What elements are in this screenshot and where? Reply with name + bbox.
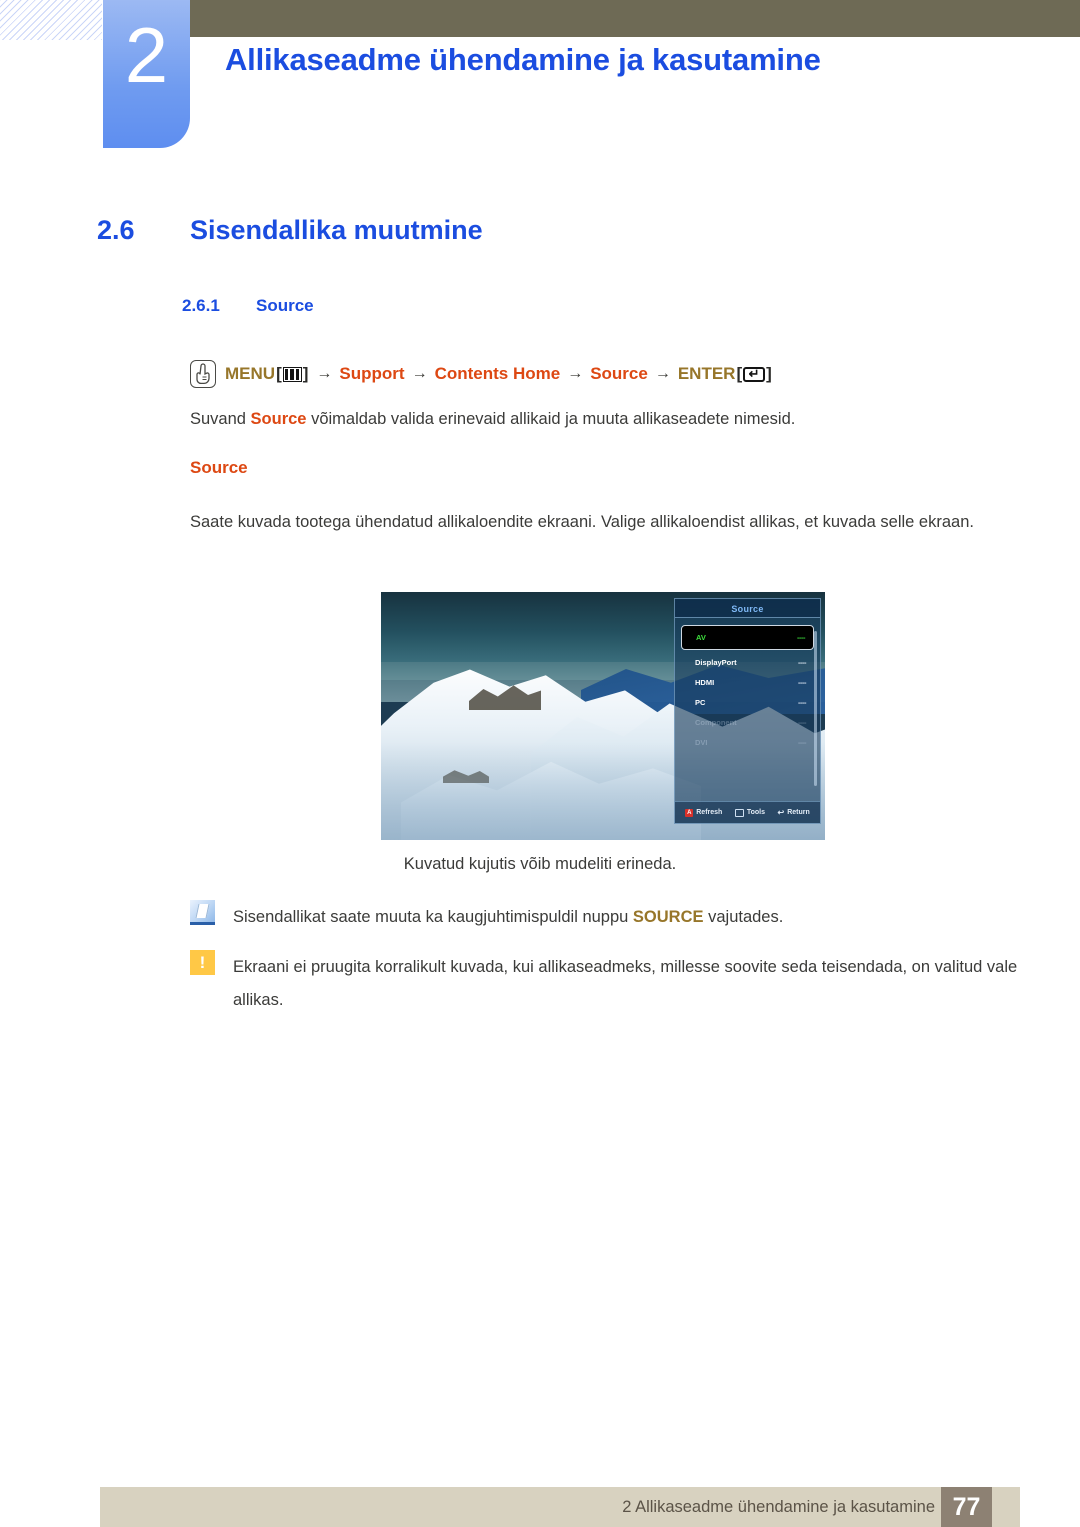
chapter-title: Allikaseadme ühendamine ja kasutamine: [225, 42, 821, 77]
intro-paragraph: Suvand Source võimaldab valida erinevaid…: [190, 402, 795, 436]
path-arrow-4: →: [654, 365, 671, 382]
osd-return-label: Return: [787, 809, 810, 816]
section-title: Sisendallika muutmine: [190, 215, 483, 245]
osd-return-button[interactable]: ↩ Return: [777, 807, 810, 817]
path-arrow-2: →: [411, 365, 428, 382]
osd-row-label: DisplayPort: [695, 657, 737, 667]
note-info-before: Sisendallikat saate muuta ka kaugjuhtimi…: [233, 908, 633, 926]
warning-exclamation-icon: !: [190, 950, 215, 975]
osd-row-pc[interactable]: PC ----: [681, 692, 814, 712]
note-info-after: vajutades.: [703, 908, 784, 926]
osd-tools-button[interactable]: Tools: [734, 808, 765, 817]
path-arrow-1: →: [316, 365, 333, 382]
subsection-number: 2.6.1: [182, 296, 220, 315]
osd-tools-label: Tools: [746, 809, 765, 816]
osd-row-value: ----: [798, 717, 807, 727]
note-warning: ! Ekraani ei pruugita korralikult kuvada…: [190, 950, 1060, 1017]
osd-title: Source: [731, 604, 764, 614]
return-key-icon: ↩: [777, 807, 785, 817]
chapter-tab: 2: [103, 0, 190, 148]
chapter-number: 2: [124, 11, 169, 99]
osd-refresh-button[interactable]: A Refresh: [685, 808, 723, 817]
osd-footer: A Refresh Tools ↩ Return: [675, 801, 820, 823]
header-bar: [180, 0, 1080, 37]
osd-row-label: PC: [695, 697, 706, 707]
intro-keyword: Source: [250, 410, 307, 428]
section-number: 2.6: [97, 215, 135, 245]
osd-row-value: ----: [798, 737, 807, 747]
subsection-heading: 2.6.1 Source: [182, 296, 314, 316]
page-footer: 2 Allikaseadme ühendamine ja kasutamine …: [100, 1487, 1020, 1527]
page-header: 2 Allikaseadme ühendamine ja kasutamine: [0, 0, 1080, 160]
note-info-keyword: SOURCE: [632, 908, 704, 926]
subsection-title: Source: [256, 296, 314, 315]
osd-row-label: DVI: [695, 737, 708, 747]
osd-row-label: AV: [696, 633, 706, 642]
osd-row-label: Component: [695, 717, 737, 727]
bracket-close: ]: [302, 364, 309, 383]
bracket-open-2: [: [736, 364, 743, 383]
intro-after: võimaldab valida erinevaid allikaid ja m…: [306, 410, 796, 428]
figure-caption: Kuvatud kujutis võib mudeliti erineda.: [403, 855, 677, 873]
osd-refresh-label: Refresh: [696, 809, 723, 816]
footer-page-number: 77: [941, 1487, 992, 1527]
note-warning-text: Ekraani ei pruugita korralikult kuvada, …: [233, 958, 1018, 1009]
source-screen-figure: Source AV ---- DisplayPort ---- HDMI ---…: [381, 592, 825, 840]
osd-row-dvi[interactable]: DVI ----: [681, 732, 814, 752]
osd-titlebar: Source: [675, 599, 820, 618]
section-heading: 2.6 Sisendallika muutmine: [97, 215, 483, 246]
osd-row-value: ----: [798, 677, 807, 687]
menu-path: MENU [ ] → Support → Contents Home → Sou…: [190, 360, 773, 388]
bracket-close-2: ]: [766, 364, 772, 383]
red-key-icon: A: [685, 808, 694, 817]
note-info-text: Sisendallikat saate muuta ka kaugjuhtimi…: [233, 900, 783, 934]
source-osd-panel: Source AV ---- DisplayPort ---- HDMI ---…: [674, 598, 821, 824]
osd-row-label: HDMI: [695, 677, 715, 687]
osd-row-component[interactable]: Component ----: [681, 712, 814, 732]
menu-bars-icon: [282, 366, 302, 382]
osd-scrollbar[interactable]: [814, 631, 817, 786]
osd-row-av[interactable]: AV ----: [681, 625, 814, 650]
enter-label: ENTER: [677, 364, 736, 383]
osd-row-value: ----: [797, 633, 806, 642]
path-item-source: Source: [590, 364, 648, 383]
bracket-open: [: [276, 364, 282, 383]
note-info: Sisendallikat saate muuta ka kaugjuhtimi…: [190, 900, 1010, 934]
hand-press-icon: [190, 360, 216, 388]
osd-row-displayport[interactable]: DisplayPort ----: [681, 652, 814, 672]
tools-key-icon: [734, 808, 744, 817]
intro-before: Suvand: [190, 410, 251, 428]
enter-return-icon: ↵: [743, 365, 766, 382]
note-pen-icon: [190, 900, 215, 925]
osd-row-value: ----: [798, 657, 807, 667]
osd-row-hdmi[interactable]: HDMI ----: [681, 672, 814, 692]
enter-glyph-char: ↵: [748, 365, 760, 381]
source-subheading: Source: [190, 458, 248, 477]
hatch-decoration: [0, 0, 102, 40]
description-paragraph: Saate kuvada tootega ühendatud allikaloe…: [190, 513, 974, 531]
path-item-contents-home: Contents Home: [434, 364, 561, 383]
menu-label: MENU: [225, 364, 276, 383]
footer-chapter-text: 2 Allikaseadme ühendamine ja kasutamine: [622, 1498, 935, 1516]
osd-row-value: ----: [798, 697, 807, 707]
path-arrow-3: →: [567, 365, 584, 382]
path-item-support: Support: [339, 364, 405, 383]
osd-source-list: AV ---- DisplayPort ---- HDMI ---- PC --…: [675, 618, 820, 752]
